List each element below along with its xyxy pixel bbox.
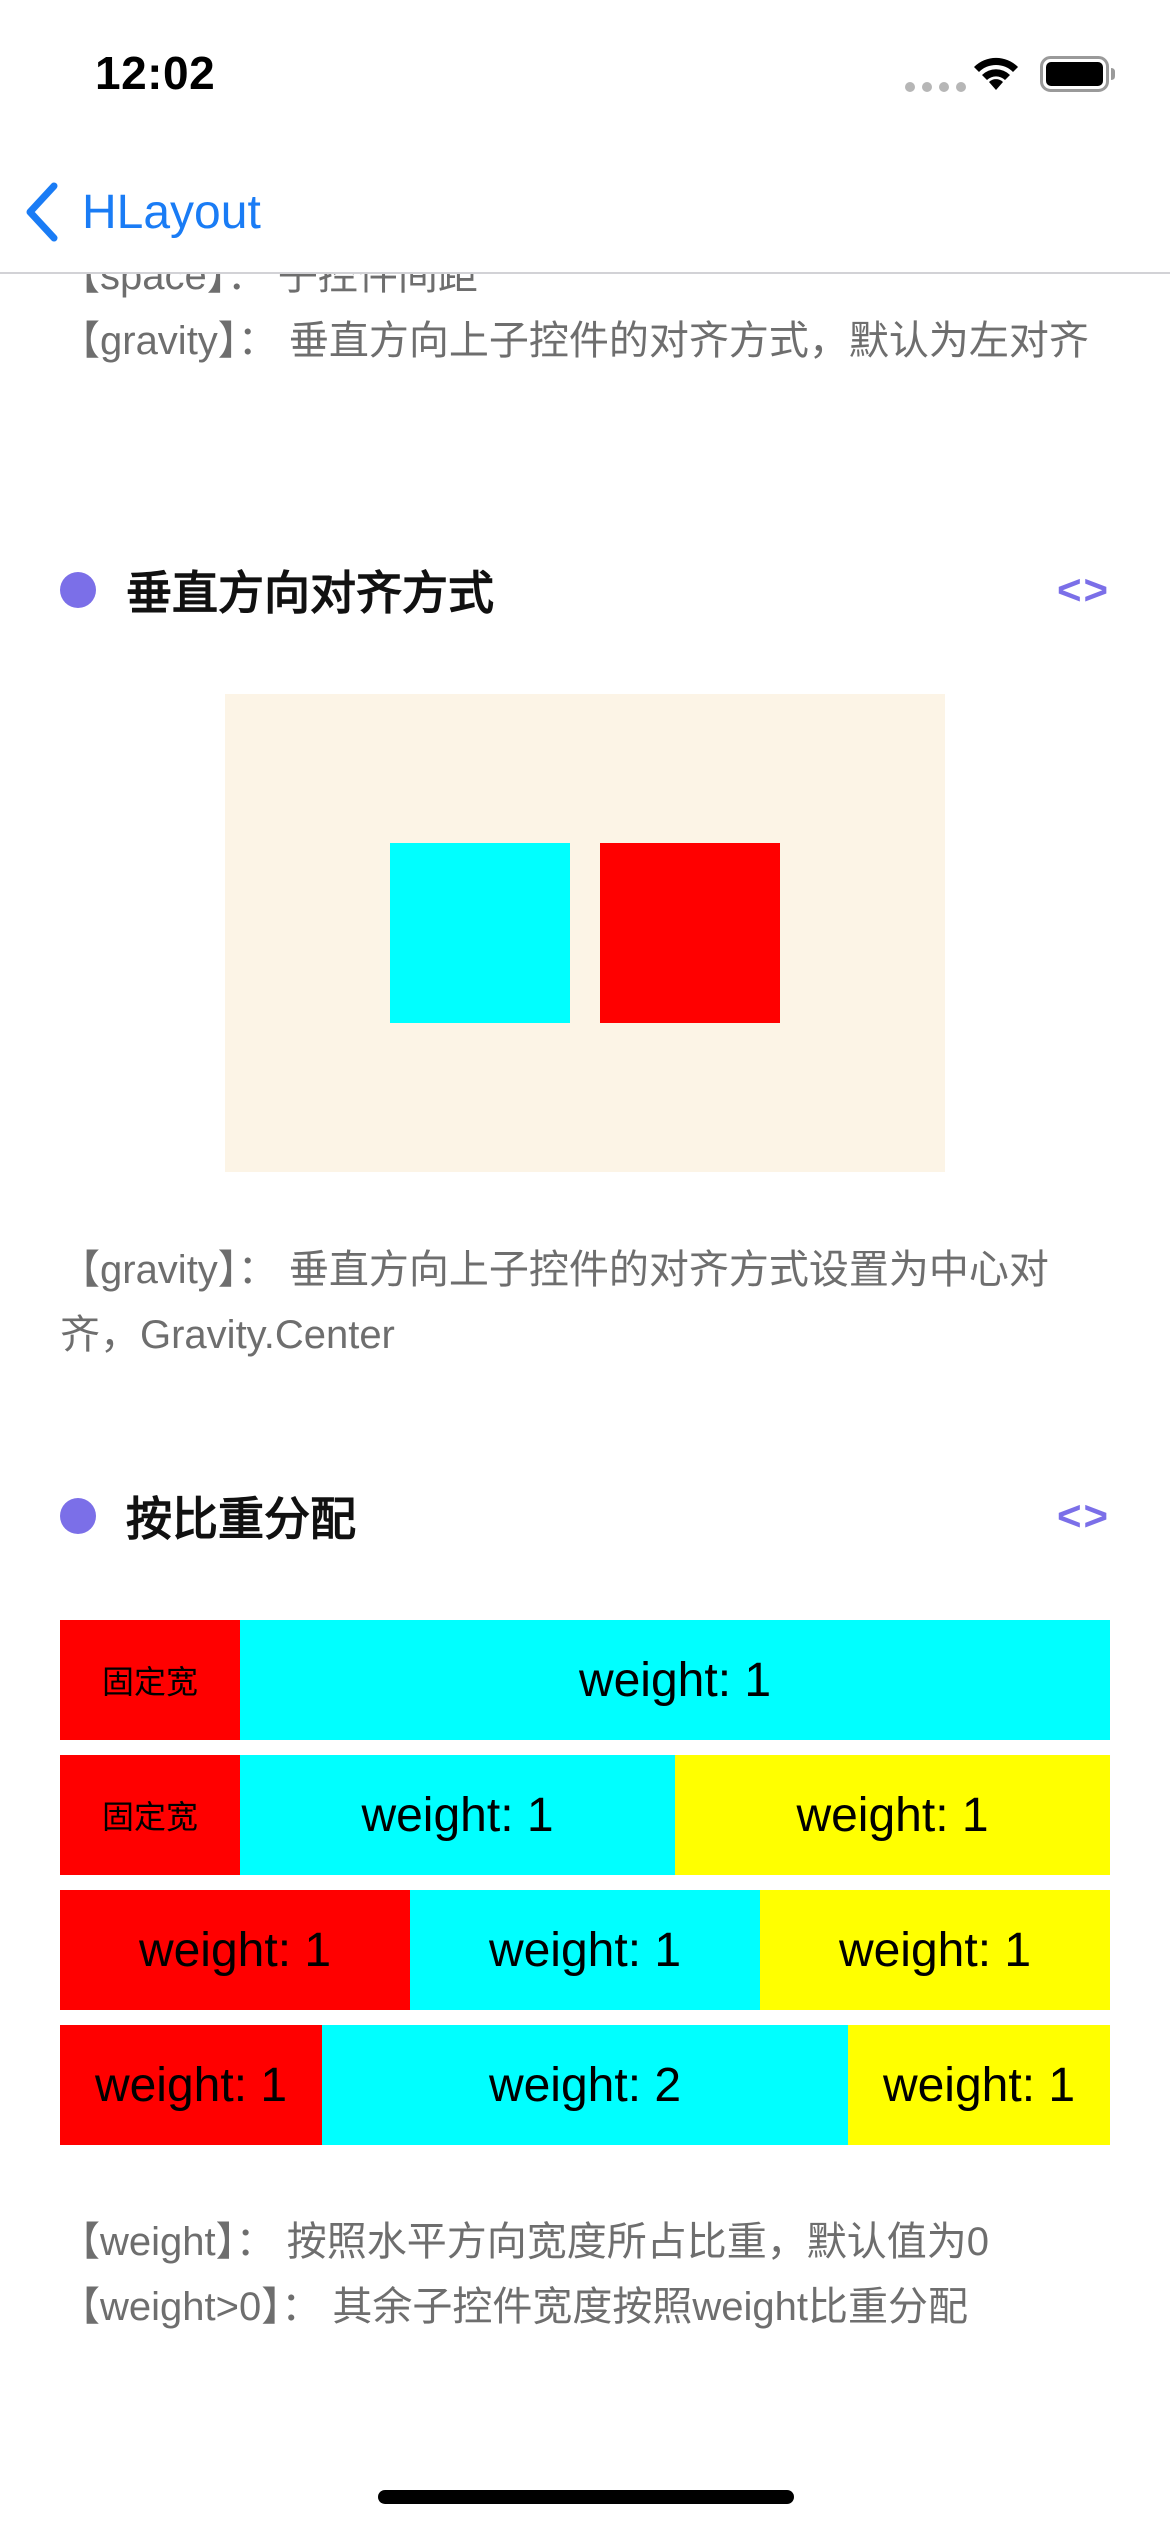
home-indicator[interactable]	[378, 2490, 794, 2504]
screen: 12:02 HLayout 【space】： 子控件间距 【gravity】： …	[0, 0, 1170, 2532]
battery-icon	[1040, 56, 1115, 92]
weight-row: weight: 1 weight: 2 weight: 1	[60, 2025, 1110, 2145]
wifi-icon	[974, 57, 1018, 90]
back-button-label: HLayout	[82, 185, 261, 239]
section-title: 垂直方向对齐方式	[126, 567, 494, 619]
weight-cell: weight: 1	[60, 1890, 410, 2010]
status-bar: 12:02	[0, 0, 1170, 150]
status-time: 12:02	[95, 47, 216, 99]
gravity-description: 【gravity】： 垂直方向上子控件的对齐方式设置为中心对齐，Gravity.…	[60, 1248, 1049, 1357]
weight-row: weight: 1 weight: 1 weight: 1	[60, 1890, 1110, 2010]
intro-line-space: 【space】： 子控件间距	[60, 274, 478, 298]
navigation-bar: HLayout	[0, 150, 1170, 274]
weight-description-line: 【weight】： 按照水平方向宽度所占比重，默认值为0	[60, 2220, 989, 2264]
weight-description: 【weight】： 按照水平方向宽度所占比重，默认值为0 【weight>0】：…	[0, 2210, 1170, 2340]
intro-description: 【space】： 子控件间距 【gravity】： 垂直方向上子控件的对齐方式，…	[0, 274, 1170, 374]
cellular-signal-icon	[905, 82, 966, 92]
weight-cell: weight: 2	[322, 2025, 848, 2145]
fixed-width-cell: 固定宽	[60, 1755, 240, 1875]
scroll-content[interactable]: 【space】： 子控件间距 【gravity】： 垂直方向上子控件的对齐方式，…	[0, 274, 1170, 2532]
weight-cell: weight: 1	[410, 1890, 760, 2010]
weight-row: 固定宽 weight: 1 weight: 1	[60, 1755, 1110, 1875]
section-title: 按比重分配	[126, 1493, 356, 1545]
red-box	[600, 843, 780, 1023]
bullet-dot-icon	[60, 1498, 96, 1534]
weight-cell: weight: 1	[848, 2025, 1110, 2145]
weight-cell: weight: 1	[240, 1755, 675, 1875]
bullet-dot-icon	[60, 572, 96, 608]
code-icon[interactable]: <>	[1057, 1486, 1110, 1546]
weight-row: 固定宽 weight: 1	[60, 1620, 1110, 1740]
weight-description-line: 【weight>0】： 其余子控件宽度按照weight比重分配	[60, 2285, 968, 2329]
intro-line-gravity: 【gravity】： 垂直方向上子控件的对齐方式，默认为左对齐	[60, 319, 1089, 363]
weight-cell: weight: 1	[675, 1755, 1110, 1875]
fixed-width-cell: 固定宽	[60, 1620, 240, 1740]
chevron-left-icon	[26, 182, 58, 242]
cyan-box	[390, 843, 570, 1023]
weight-cell: weight: 1	[240, 1620, 1110, 1740]
code-icon[interactable]: <>	[1057, 560, 1110, 620]
gravity-demo-container	[225, 694, 945, 1172]
section-header-weight: 按比重分配 <>	[60, 1486, 1110, 1546]
back-button[interactable]: HLayout	[22, 172, 261, 252]
section-header-gravity: 垂直方向对齐方式 <>	[60, 560, 1110, 620]
weight-cell: weight: 1	[60, 2025, 322, 2145]
weight-cell: weight: 1	[760, 1890, 1110, 2010]
